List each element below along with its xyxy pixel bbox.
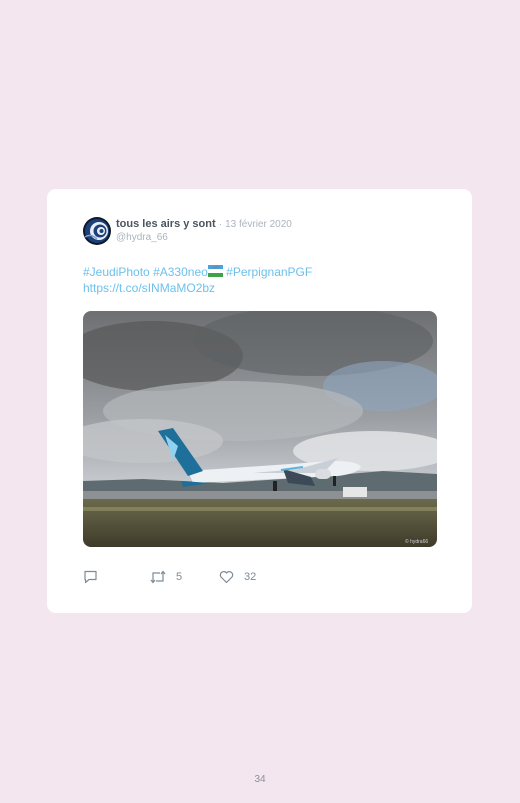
- tweet-header: tous les airs y sont · 13 février 2020: [116, 218, 292, 231]
- like-count: 32: [244, 571, 257, 583]
- retweet-count: 5: [176, 571, 183, 583]
- tweet-card: tous les airs y sont · 13 février 2020 @…: [47, 189, 472, 613]
- author-handle[interactable]: @hydra_66: [116, 232, 168, 243]
- photo-watermark: © hydra66: [405, 538, 428, 545]
- hashtag-jeudiphoto[interactable]: #JeudiPhoto: [83, 265, 150, 279]
- tweet-photo[interactable]: © hydra66: [83, 311, 437, 547]
- hashtag-a330neo[interactable]: #A330neo: [153, 265, 223, 279]
- header-separator: ·: [218, 219, 223, 230]
- reply-button[interactable]: [83, 569, 98, 585]
- tweet-text: #JeudiPhoto #A330neo #PerpignanPGF https…: [83, 264, 423, 296]
- tweet-date[interactable]: 13 février 2020: [225, 219, 292, 230]
- avatar-image: [83, 217, 111, 245]
- tweet-actions: 5 32: [83, 569, 443, 585]
- page-number: 34: [254, 774, 266, 785]
- heart-icon: [219, 571, 234, 584]
- hashtag-perpignanpgf[interactable]: #PerpignanPGF: [226, 265, 312, 279]
- reply-icon: [84, 570, 97, 584]
- aircraft-photo: © hydra66: [83, 311, 437, 547]
- avatar[interactable]: [83, 217, 111, 245]
- tweet-link[interactable]: https://t.co/sINMaMO2bz: [83, 281, 215, 295]
- flag-emoji-icon: [207, 265, 223, 277]
- author-name[interactable]: tous les airs y sont: [116, 218, 216, 230]
- retweet-icon: [150, 570, 166, 584]
- like-button[interactable]: 32: [219, 569, 256, 585]
- retweet-button[interactable]: 5: [150, 569, 182, 585]
